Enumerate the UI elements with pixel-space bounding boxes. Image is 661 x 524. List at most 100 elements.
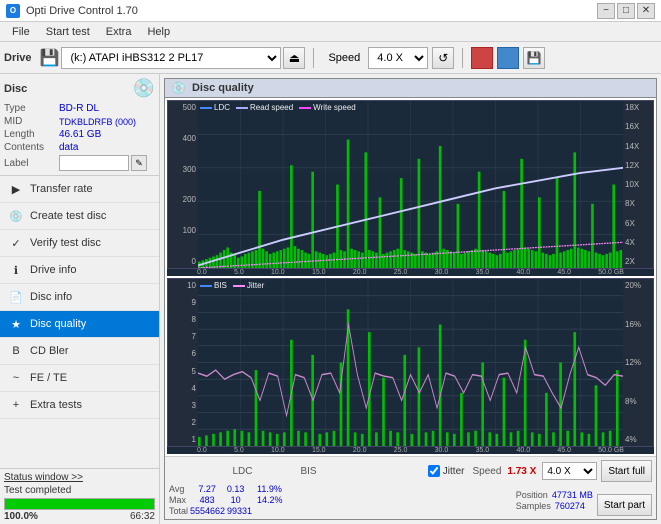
speed-select[interactable]: 4.0 X [368,47,428,69]
title-bar: O Opti Drive Control 1.70 − □ ✕ [0,0,661,22]
chart2-y-10: 10 [187,281,196,290]
contents-label: Contents [4,142,59,153]
maximize-button[interactable]: □ [617,3,635,19]
ldc-max: 483 [194,495,221,505]
sidebar-item-cd-bler-label: CD Bler [30,345,69,357]
type-label: Type [4,103,59,114]
chart2-yr-16: 16% [625,320,641,329]
chart2-wrapper: 10 9 8 7 6 5 4 3 2 1 [167,278,654,454]
sidebar-item-transfer-rate-label: Transfer rate [30,183,93,195]
sidebar-item-disc-quality[interactable]: ★ Disc quality [0,311,159,338]
write-legend-color [299,107,311,109]
toolbar: Drive 💾 (k:) ATAPI iHBS312 2 PL17 ⏏ Spee… [0,42,661,74]
transfer-rate-icon: ▶ [8,181,24,197]
drive-info-icon: ℹ [8,262,24,278]
chart2-yr-4: 4% [625,435,637,444]
separator2 [462,48,463,68]
write-legend-label: Write speed [313,103,356,112]
button1[interactable] [471,47,493,69]
legend-ldc: LDC [200,103,230,112]
jitter-legend-label: Jitter [247,281,264,290]
chart1-legend: LDC Read speed Write speed [200,103,356,112]
speed-label: Speed [328,52,360,64]
charts-container: 500 400 300 200 100 0 [165,98,656,456]
legend-write-speed: Write speed [299,103,356,112]
x1-50: 50.0 GB [598,269,624,276]
fe-te-icon: ~ [8,370,24,386]
ldc-avg: 7.27 [194,484,221,494]
stats-data-row: Avg 7.27 0.13 Max 483 10 Total [169,484,652,516]
chart2-yr-12: 12% [625,358,641,367]
chart2: 10 9 8 7 6 5 4 3 2 1 [167,278,654,447]
chart2-y-5: 5 [192,367,196,376]
stats-columns: LDC BIS [169,466,424,477]
bis-avg: 0.13 [222,484,249,494]
x2-10: 10.0 [271,447,285,454]
status-text: Test completed [4,485,71,496]
samples-val: 760274 [555,501,585,511]
x1-15: 15.0 [312,269,326,276]
start-part-button[interactable]: Start part [597,494,652,516]
x2-25: 25.0 [394,447,408,454]
disc-label-input[interactable] [59,155,129,171]
save-button[interactable]: 💾 [523,47,545,69]
sidebar-item-transfer-rate[interactable]: ▶ Transfer rate [0,176,159,203]
x1-30: 30.0 [435,269,449,276]
sidebar-item-fe-te[interactable]: ~ FE / TE [0,365,159,392]
drive-select[interactable]: (k:) ATAPI iHBS312 2 PL17 [61,47,281,69]
dq-panel-title: Disc quality [192,82,254,94]
sidebar: Disc 💿 Type BD-R DL MID TDKBLDRFB (000) … [0,74,160,524]
label-edit-button[interactable]: ✎ [131,155,147,171]
create-test-disc-icon: 💿 [8,208,24,224]
sidebar-item-disc-info[interactable]: 📄 Disc info [0,284,159,311]
chart2-area: BIS Jitter [198,279,623,446]
dq-panel-icon: 💿 [171,81,186,95]
read-legend-label: Read speed [250,103,293,112]
chart2-y-7: 7 [192,332,196,341]
minimize-button[interactable]: − [597,3,615,19]
dq-header: 💿 Disc quality [165,79,656,98]
menu-help[interactable]: Help [139,25,178,39]
stats-header-row: LDC BIS Jitter Speed 1.73 X 4.0 X Start … [169,460,652,482]
sidebar-item-fe-te-label: FE / TE [30,372,67,384]
bis-legend-color [200,285,212,287]
sidebar-item-create-test-disc-label: Create test disc [30,210,106,222]
button2[interactable] [497,47,519,69]
x1-10: 10.0 [271,269,285,276]
x1-45: 45.0 [557,269,571,276]
x2-40: 40.0 [516,447,530,454]
disc-quality-panel: 💿 Disc quality 500 400 300 200 [164,78,657,520]
status-bar: Status window >> Test completed 100.0% 6… [0,468,159,524]
status-time: 66:32 [130,511,155,522]
status-window-button[interactable]: Status window >> [4,472,83,483]
chart2-yr-20: 20% [625,281,641,290]
menu-file[interactable]: File [4,25,38,39]
stats-data-columns: Avg 7.27 0.13 Max 483 10 Total [169,484,508,516]
menu-start-test[interactable]: Start test [38,25,98,39]
x2-35: 35.0 [476,447,490,454]
position-val: 47731 MB [552,490,593,500]
disc-info-icon: 📄 [8,289,24,305]
close-button[interactable]: ✕ [637,3,655,19]
bis-max: 10 [222,495,249,505]
disc-quality-icon: ★ [8,316,24,332]
sidebar-item-drive-info[interactable]: ℹ Drive info [0,257,159,284]
chart1-y-200: 200 [183,195,196,204]
eject-button[interactable]: ⏏ [283,47,305,69]
start-full-button[interactable]: Start full [601,460,652,482]
menu-extra[interactable]: Extra [98,25,140,39]
sidebar-item-extra-tests[interactable]: + Extra tests [0,392,159,419]
speed-select-bottom[interactable]: 4.0 X [542,462,597,480]
x1-35: 35.0 [476,269,490,276]
sidebar-item-verify-test-disc[interactable]: ✓ Verify test disc [0,230,159,257]
chart1-yr-12: 12X [625,161,639,170]
jitter-checkbox[interactable] [428,465,440,477]
refresh-button[interactable]: ↺ [432,47,454,69]
ldc-col-header: LDC [215,466,270,477]
sidebar-item-cd-bler[interactable]: B CD Bler [0,338,159,365]
chart1-y-100: 100 [183,226,196,235]
sidebar-item-create-test-disc[interactable]: 💿 Create test disc [0,203,159,230]
contents-value: data [59,142,78,153]
chart1-yr-4: 4X [625,238,635,247]
type-value: BD-R DL [59,103,99,114]
